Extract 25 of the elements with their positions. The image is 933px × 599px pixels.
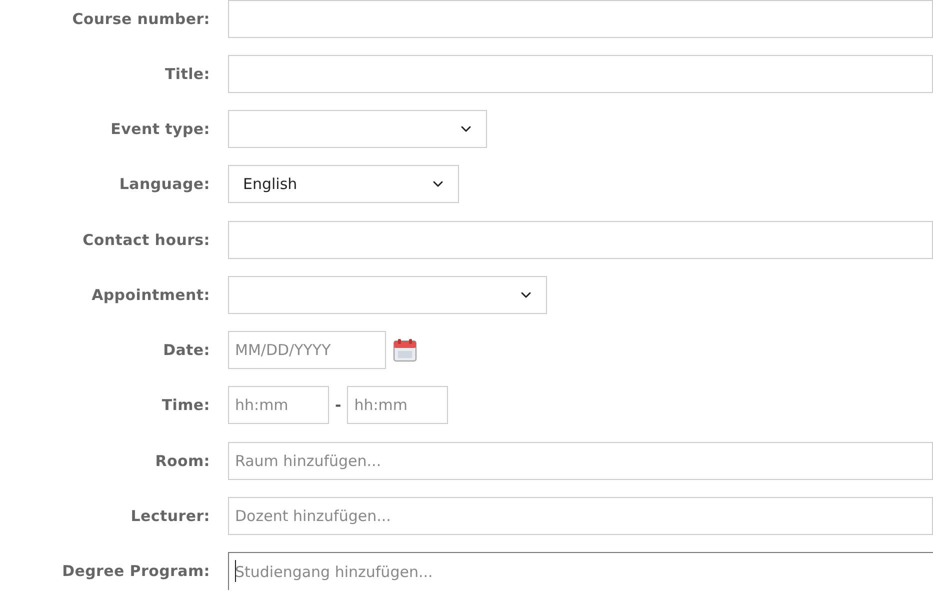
text-field[interactable] [228,54,933,93]
start-time-field[interactable]: hh:mm [228,386,329,424]
field-label: Degree Program: [62,562,210,580]
field-label: Course number: [72,10,210,28]
calendar-icon[interactable] [392,337,418,364]
field-label: Appointment: [92,286,210,304]
field-label: Time: [162,396,210,414]
text-field[interactable] [228,0,933,38]
date-field[interactable]: MM/DD/YYYY [228,331,386,370]
text-field[interactable]: Studiengang hinzufügen... [228,552,933,590]
field-label: Contact hours: [82,230,210,249]
select-field[interactable] [228,276,547,314]
text-field[interactable]: Dozent hinzufügen... [228,497,933,536]
field-label: Lecturer: [130,507,210,526]
field-label: Date: [163,341,210,360]
field-label: Room: [155,452,210,470]
field-label: Title: [164,64,210,83]
field-label: Event type: [110,120,210,138]
select-field[interactable]: English [228,165,459,204]
text-field[interactable]: Raum hinzufügen... [228,442,933,480]
select-field[interactable] [228,110,487,148]
text-field[interactable] [228,220,933,259]
end-time-field[interactable]: hh:mm [347,386,448,424]
time-separator: - [335,396,342,414]
field-label: Language: [119,175,210,194]
